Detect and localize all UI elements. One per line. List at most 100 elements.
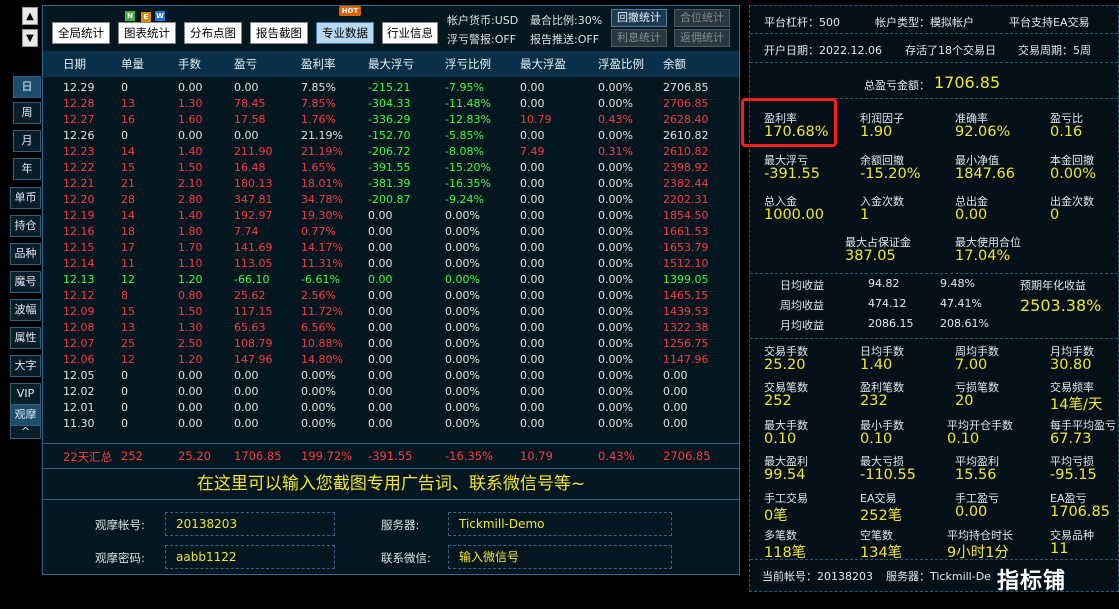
table-cell: 7.85% bbox=[301, 97, 336, 110]
table-cell: 0.00% bbox=[598, 321, 633, 334]
table-row[interactable]: 12.21 21 2.10 180.13 18.01% -381.39 -16.35% 0.0… bbox=[43, 176, 739, 192]
side-button-13[interactable]: ^ bbox=[10, 425, 41, 439]
table-cell: 7.74 bbox=[234, 225, 259, 238]
global-stats-button[interactable]: 全局统计 bbox=[52, 22, 110, 44]
table-cell: 0.00% bbox=[598, 193, 633, 206]
table-cell: 0.00% bbox=[445, 241, 480, 254]
summary-cell: -16.35% bbox=[445, 449, 493, 463]
side-button-11[interactable]: VIP bbox=[10, 383, 41, 405]
table-row[interactable]: 12.29 0 0.00 0.00 7.85% -215.21 -7.95% 0.00 0.00… bbox=[43, 80, 739, 96]
table-row[interactable]: 12.22 15 1.50 16.48 1.65% -391.55 -15.20% 0.00 0… bbox=[43, 160, 739, 176]
report-push-label: 报告推送:OFF bbox=[530, 33, 600, 46]
column-header-0[interactable]: 日期 bbox=[63, 56, 86, 72]
summary-cell: 252 bbox=[121, 449, 143, 463]
table-row[interactable]: 12.15 17 1.70 141.69 14.17% 0.00 0.00% 0.00 0.00… bbox=[43, 240, 739, 256]
pro-data-button[interactable]: 专业数据 bbox=[316, 22, 374, 44]
table-cell: 0.00% bbox=[301, 385, 336, 398]
side-button-3[interactable]: 年 bbox=[13, 158, 41, 180]
table-row[interactable]: 12.05 0 0.00 0.00 0.00% 0.00 0.00% 0.00 0.00% 0.0… bbox=[43, 368, 739, 384]
side-button-7[interactable]: 魔号 bbox=[10, 271, 41, 293]
table-row[interactable]: 12.09 15 1.50 117.15 11.72% 0.00 0.00% 0.00 0.00… bbox=[43, 304, 739, 320]
table-cell: -200.87 bbox=[368, 193, 411, 206]
table-row[interactable]: 12.14 11 1.10 113.05 11.31% 0.00 0.00% 0.00 0.00… bbox=[43, 256, 739, 272]
metric-value: 252笔 bbox=[860, 508, 903, 524]
table-row[interactable]: 12.20 28 2.80 347.81 34.78% -200.87 -9.24% 0.00… bbox=[43, 192, 739, 208]
side-button-2[interactable]: 月 bbox=[13, 130, 41, 152]
server-field[interactable]: Tickmill-Demo bbox=[448, 512, 672, 536]
column-header-8[interactable]: 浮盈比例 bbox=[598, 56, 644, 72]
summary-cell: 1706.85 bbox=[234, 449, 282, 463]
side-button-8[interactable]: 波幅 bbox=[10, 299, 41, 321]
table-cell: -304.33 bbox=[368, 97, 411, 110]
distribution-button[interactable]: 分布点图 bbox=[184, 22, 242, 44]
table-row[interactable]: 12.08 13 1.30 65.63 6.56% 0.00 0.00% 0.00 0.00% 1… bbox=[43, 320, 739, 336]
table-cell: 0.00 bbox=[234, 401, 259, 414]
table-cell: 1256.75 bbox=[663, 337, 709, 350]
table-row[interactable]: 12.23 14 1.40 211.90 21.19% -206.72 -8.08% 7.49… bbox=[43, 144, 739, 160]
table-row[interactable]: 12.27 16 1.60 17.58 1.76% -336.29 -12.83% 10.79… bbox=[43, 112, 739, 128]
column-header-3[interactable]: 盈亏 bbox=[234, 56, 257, 72]
side-button-4[interactable]: 单币 bbox=[10, 187, 41, 209]
table-row[interactable]: 11.30 0 0.00 0.00 0.00% 0.00 0.00% 0.00 0.00% 0.0… bbox=[43, 416, 739, 432]
table-row[interactable]: 12.07 25 2.50 108.79 10.88% 0.00 0.00% 0.00 0.00… bbox=[43, 336, 739, 352]
side-button-12[interactable]: 观摩 bbox=[10, 404, 41, 426]
table-cell: 0.00% bbox=[445, 385, 480, 398]
chart-stats-button[interactable]: 图表统计 bbox=[118, 22, 176, 44]
side-button-10[interactable]: 大字 bbox=[10, 355, 41, 377]
table-row[interactable]: 12.26 0 0.00 0.00 21.19% -152.70 -5.85% 0.00 0.0… bbox=[43, 128, 739, 144]
table-row[interactable]: 12.12 8 0.80 25.62 2.56% 0.00 0.00% 0.00 0.00% 14… bbox=[43, 288, 739, 304]
survive-days-label: 存活了18个交易日 bbox=[905, 44, 996, 57]
watermark-text: 指标铺 bbox=[997, 569, 1067, 594]
table-row[interactable]: 12.16 18 1.80 7.74 0.77% 0.00 0.00% 0.00 0.00% 16… bbox=[43, 224, 739, 240]
table-cell: 0.77% bbox=[301, 225, 336, 238]
return-label: 月均收益 bbox=[780, 319, 824, 332]
table-cell: 0 bbox=[121, 385, 128, 398]
metric-value: 1.40 bbox=[860, 357, 893, 373]
side-button-0[interactable]: 日 bbox=[13, 76, 41, 98]
table-cell: 18 bbox=[121, 225, 135, 238]
side-button-5[interactable]: 持仓 bbox=[10, 215, 41, 237]
column-header-7[interactable]: 最大浮盈 bbox=[520, 56, 566, 72]
total-profit-label: 总盈亏金额： bbox=[864, 79, 930, 92]
table-cell: 12.05 bbox=[63, 369, 95, 382]
table-row[interactable]: 12.06 12 1.20 147.96 14.80% 0.00 0.00% 0.00 0.00… bbox=[43, 352, 739, 368]
interest-stats-button[interactable]: 利息统计 bbox=[611, 29, 667, 47]
report-screenshot-button[interactable]: 报告截图 bbox=[250, 22, 308, 44]
table-row[interactable]: 12.02 0 0.00 0.00 0.00% 0.00 0.00% 0.00 0.00% 0.0… bbox=[43, 384, 739, 400]
column-header-6[interactable]: 浮亏比例 bbox=[445, 56, 491, 72]
column-header-4[interactable]: 盈利率 bbox=[301, 56, 336, 72]
table-cell: 0.00 bbox=[520, 97, 545, 110]
position-stats-button[interactable]: 合位统计 bbox=[674, 9, 730, 27]
return-label: 日均收益 bbox=[780, 279, 824, 292]
left-toolbar: ▲ ▼ 日周月年单币持仓品种魔号波幅属性大字 VIP 观摩 ^ bbox=[0, 0, 42, 609]
column-header-1[interactable]: 单量 bbox=[121, 56, 144, 72]
table-row[interactable]: 12.01 0 0.00 0.00 0.00% 0.00 0.00% 0.00 0.00% 0.0… bbox=[43, 400, 739, 416]
side-button-6[interactable]: 品种 bbox=[10, 243, 41, 265]
scroll-down-icon[interactable]: ▼ bbox=[22, 29, 38, 47]
rebate-stats-button[interactable]: 返佣统计 bbox=[674, 29, 730, 47]
table-cell: 0.43% bbox=[598, 113, 633, 126]
watch-password-field[interactable]: aabb1122 bbox=[165, 545, 335, 569]
table-cell: 12.01 bbox=[63, 401, 95, 414]
watch-id-field[interactable]: 20138203 bbox=[165, 512, 335, 536]
wechat-field[interactable]: 输入微信号 bbox=[448, 545, 672, 569]
industry-info-button[interactable]: 行业信息 bbox=[382, 22, 438, 44]
table-cell: 0.00% bbox=[598, 257, 633, 270]
table-cell: 11 bbox=[121, 257, 135, 270]
withdraw-stats-button[interactable]: 回撤统计 bbox=[611, 9, 667, 27]
table-row[interactable]: 12.19 14 1.40 192.97 19.30% 0.00 0.00% 0.00 0.00… bbox=[43, 208, 739, 224]
table-cell: 25 bbox=[121, 337, 135, 350]
scroll-up-icon[interactable]: ▲ bbox=[22, 7, 38, 25]
column-header-5[interactable]: 最大浮亏 bbox=[368, 56, 414, 72]
table-cell: 211.90 bbox=[234, 145, 273, 158]
side-button-1[interactable]: 周 bbox=[13, 102, 41, 124]
column-header-2[interactable]: 手数 bbox=[178, 56, 201, 72]
table-row[interactable]: 12.13 12 1.20 -66.10 -6.61% 0.00 0.00% 0.00 0.00… bbox=[43, 272, 739, 288]
table-cell: 0.00% bbox=[445, 289, 480, 302]
table-row[interactable]: 12.28 13 1.30 78.45 7.85% -304.33 -11.48% 0.00 0… bbox=[43, 96, 739, 112]
column-header-9[interactable]: 余额 bbox=[663, 56, 686, 72]
table-cell: 117.15 bbox=[234, 305, 273, 318]
side-button-9[interactable]: 属性 bbox=[10, 327, 41, 349]
table-cell: 0.00 bbox=[368, 305, 393, 318]
table-cell: 34.78% bbox=[301, 193, 343, 206]
